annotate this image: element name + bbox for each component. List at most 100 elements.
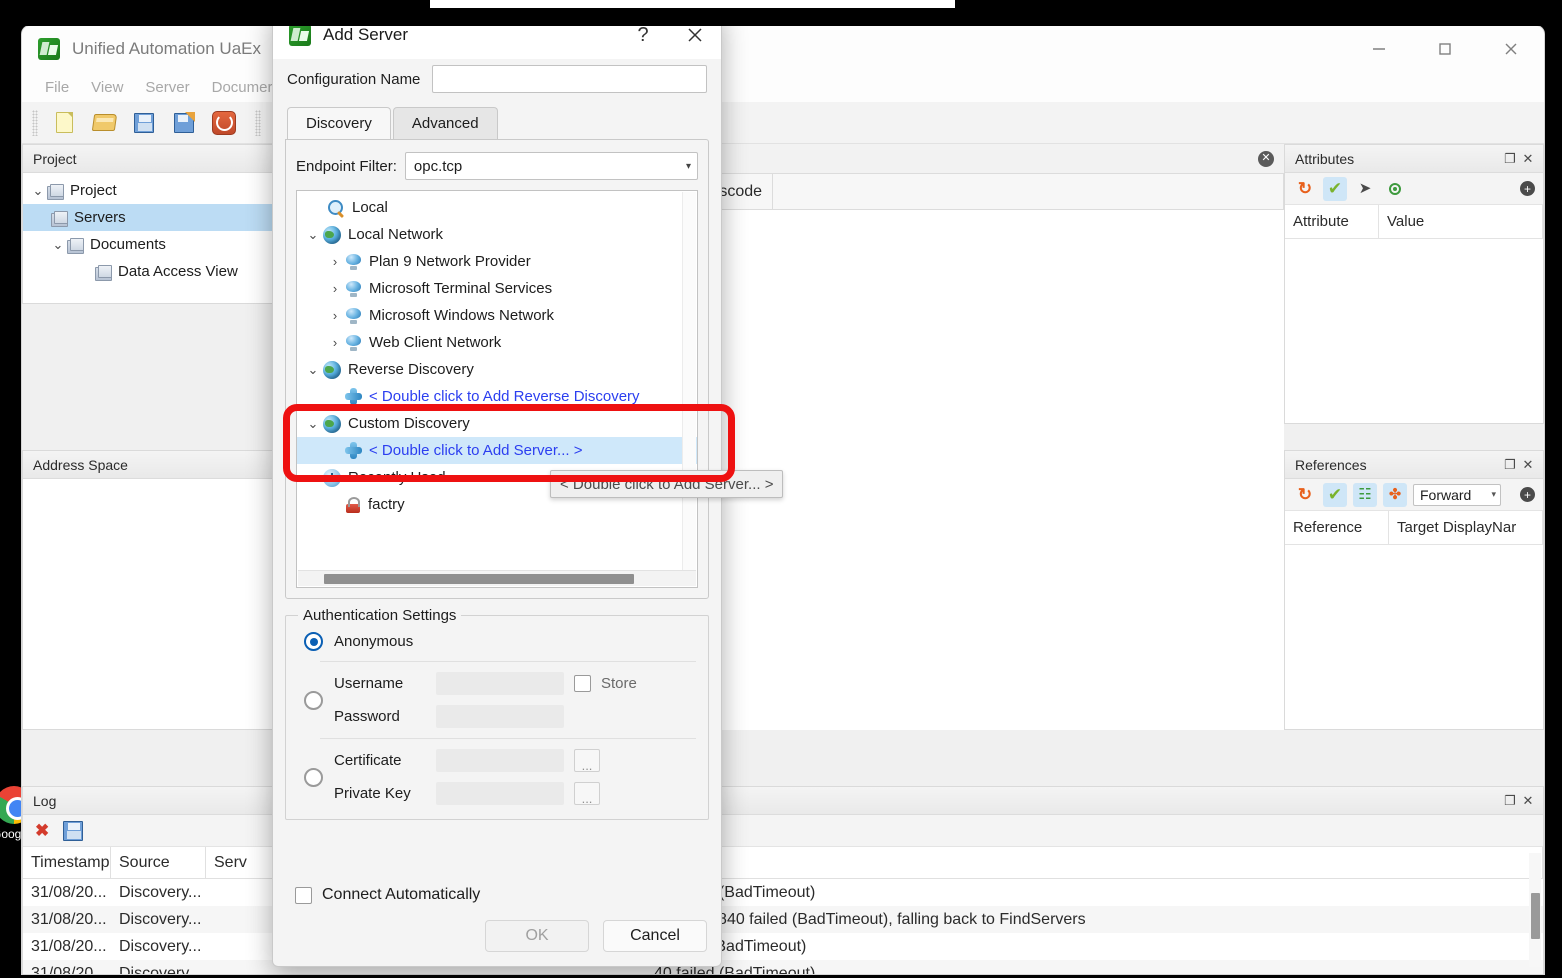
discovery-tree-hscrollbar[interactable] [298,570,696,586]
anonymous-row[interactable]: Anonymous [298,632,696,651]
chevron-down-icon[interactable]: ⌄ [303,470,323,486]
project-panel: Project ❐ ⌄ Project Servers ⌄ Documents [22,144,294,304]
discovery-tree-hscrollbar-thumb[interactable] [324,574,634,584]
discovery-item-web-client-network[interactable]: › Web Client Network [297,329,697,356]
menu-document[interactable]: Documer [203,77,282,98]
minimize-button[interactable] [1346,26,1412,72]
hierarchy-button[interactable]: ☷ [1353,482,1377,507]
column-header-attribute[interactable]: Attribute [1285,205,1379,238]
refresh-button[interactable]: ↻ [1293,177,1317,201]
chevron-down-icon[interactable]: ⌄ [303,362,323,378]
chevron-down-icon[interactable]: ⌄ [303,416,323,432]
configuration-name-input[interactable] [432,65,707,93]
discovery-item-label: Custom Discovery [348,415,470,432]
address-space-tree[interactable] [23,479,293,729]
column-header-timestamp[interactable]: Timestamp [23,847,111,878]
highlight-button[interactable] [1383,177,1407,201]
save-as-project-button[interactable] [167,107,201,139]
certificate-input[interactable] [436,749,564,772]
discovery-item-add-reverse-discovery[interactable]: < Double click to Add Reverse Discovery [297,383,697,410]
add-attribute-icon[interactable]: + [1520,181,1535,196]
table-row[interactable]: 31/08/20... Discovery... calhost:4840 fa… [23,906,1543,933]
float-icon[interactable]: ❐ [1501,792,1519,810]
username-input[interactable] [436,672,564,695]
toolbar-grip[interactable] [32,109,38,136]
tree-item-documents[interactable]: ⌄ Documents [23,231,293,258]
store-label: Store [601,675,637,692]
discovery-item-local-network[interactable]: ⌄ Local Network [297,221,697,248]
menu-file[interactable]: File [36,77,78,98]
chevron-right-icon[interactable]: › [325,254,345,269]
chevron-right-icon[interactable]: › [325,281,345,296]
endpoint-filter-select[interactable]: opc.tcp ▾ [404,152,698,180]
tree-item-project[interactable]: ⌄ Project [23,177,293,204]
anonymous-radio[interactable] [304,632,323,651]
private-key-input[interactable] [436,782,564,805]
tab-advanced[interactable]: Advanced [392,107,498,139]
close-icon[interactable]: ✕ [1519,150,1537,168]
close-button[interactable] [1478,26,1544,72]
open-project-button[interactable] [87,107,121,139]
reference-direction-select[interactable]: Forward ▾ [1413,483,1501,506]
connect-automatically-row[interactable]: Connect Automatically [287,886,707,904]
tree-item-data-access-view[interactable]: Data Access View [23,258,293,285]
tab-discovery[interactable]: Discovery [287,107,391,139]
username-radio[interactable] [304,690,323,710]
store-checkbox[interactable] [574,675,591,692]
save-project-button[interactable] [127,107,161,139]
endpoint-filter-label: Endpoint Filter: [296,157,397,175]
close-icon[interactable]: ✕ [1519,792,1537,810]
toolbar-grip-2[interactable] [255,109,261,136]
close-icon[interactable]: ✕ [1519,456,1537,474]
cancel-button[interactable]: Cancel [603,920,707,952]
float-icon[interactable]: ❐ [1501,456,1519,474]
validate-button[interactable]: ✔ [1323,482,1347,507]
chevron-down-icon[interactable]: ⌄ [49,237,67,253]
discovery-tree-vscrollbar[interactable] [682,192,696,570]
column-header-value[interactable]: Value [1379,205,1543,238]
chevron-down-icon[interactable]: ⌄ [29,183,47,199]
password-input[interactable] [436,705,564,728]
table-row[interactable]: 31/08/20... Discovery... 40 failed (BadT… [23,879,1543,906]
chevron-right-icon[interactable]: › [325,308,345,323]
refresh-button[interactable]: ↻ [1293,483,1317,507]
disconnect-button[interactable] [207,107,241,139]
pointer-button[interactable]: ➤ [1353,177,1377,201]
new-project-button[interactable] [47,107,81,139]
column-header-reference[interactable]: Reference [1285,511,1389,544]
private-key-browse-button[interactable]: ... [574,782,600,805]
connect-automatically-checkbox[interactable] [295,886,312,904]
discovery-item-microsoft-windows-network[interactable]: › Microsoft Windows Network [297,302,697,329]
save-log-icon[interactable] [63,820,84,841]
chevron-right-icon[interactable]: › [325,335,345,350]
column-header-source[interactable]: Source [111,847,206,878]
node-button[interactable]: ✤ [1383,482,1407,507]
validate-button[interactable]: ✔ [1323,176,1347,201]
menu-server[interactable]: Server [136,77,198,98]
column-header-target-displayname[interactable]: Target DisplayNar [1389,511,1543,544]
close-document-icon[interactable]: ✕ [1258,150,1274,167]
table-row[interactable]: 31/08/20... Discovery... 40 failed (BadT… [23,960,1543,974]
discovery-item-custom-discovery[interactable]: ⌄ Custom Discovery [297,410,697,437]
menu-view[interactable]: View [82,77,132,98]
private-key-label: Private Key [334,785,411,802]
discovery-item-microsoft-terminal-services[interactable]: › Microsoft Terminal Services [297,275,697,302]
discovery-tree[interactable]: Local ⌄ Local Network › Plan 9 Network P… [296,190,698,588]
maximize-button[interactable] [1412,26,1478,72]
log-scrollbar-thumb[interactable] [1531,893,1540,939]
add-reference-icon[interactable]: + [1520,487,1535,502]
certificate-browse-button[interactable]: ... [574,749,600,772]
discovery-item-add-server[interactable]: < Double click to Add Server... > [297,437,697,464]
discovery-item-local[interactable]: Local [297,194,697,221]
chevron-down-icon[interactable]: ⌄ [303,227,323,243]
tree-item-servers[interactable]: Servers [23,204,293,231]
screen: Google Chrome Unified Automation UaEx Fi… [0,0,1562,978]
certificate-radio[interactable] [304,767,323,787]
clear-log-icon[interactable]: ✖ [35,822,49,839]
discovery-item-reverse-discovery[interactable]: ⌄ Reverse Discovery [297,356,697,383]
ok-button[interactable]: OK [485,920,589,952]
float-icon[interactable]: ❐ [1501,150,1519,168]
table-row[interactable]: 31/08/20... Discovery... 0 failed (BadTi… [23,933,1543,960]
discovery-item-plan-9-network-provider[interactable]: › Plan 9 Network Provider [297,248,697,275]
log-scrollbar[interactable] [1529,853,1541,967]
